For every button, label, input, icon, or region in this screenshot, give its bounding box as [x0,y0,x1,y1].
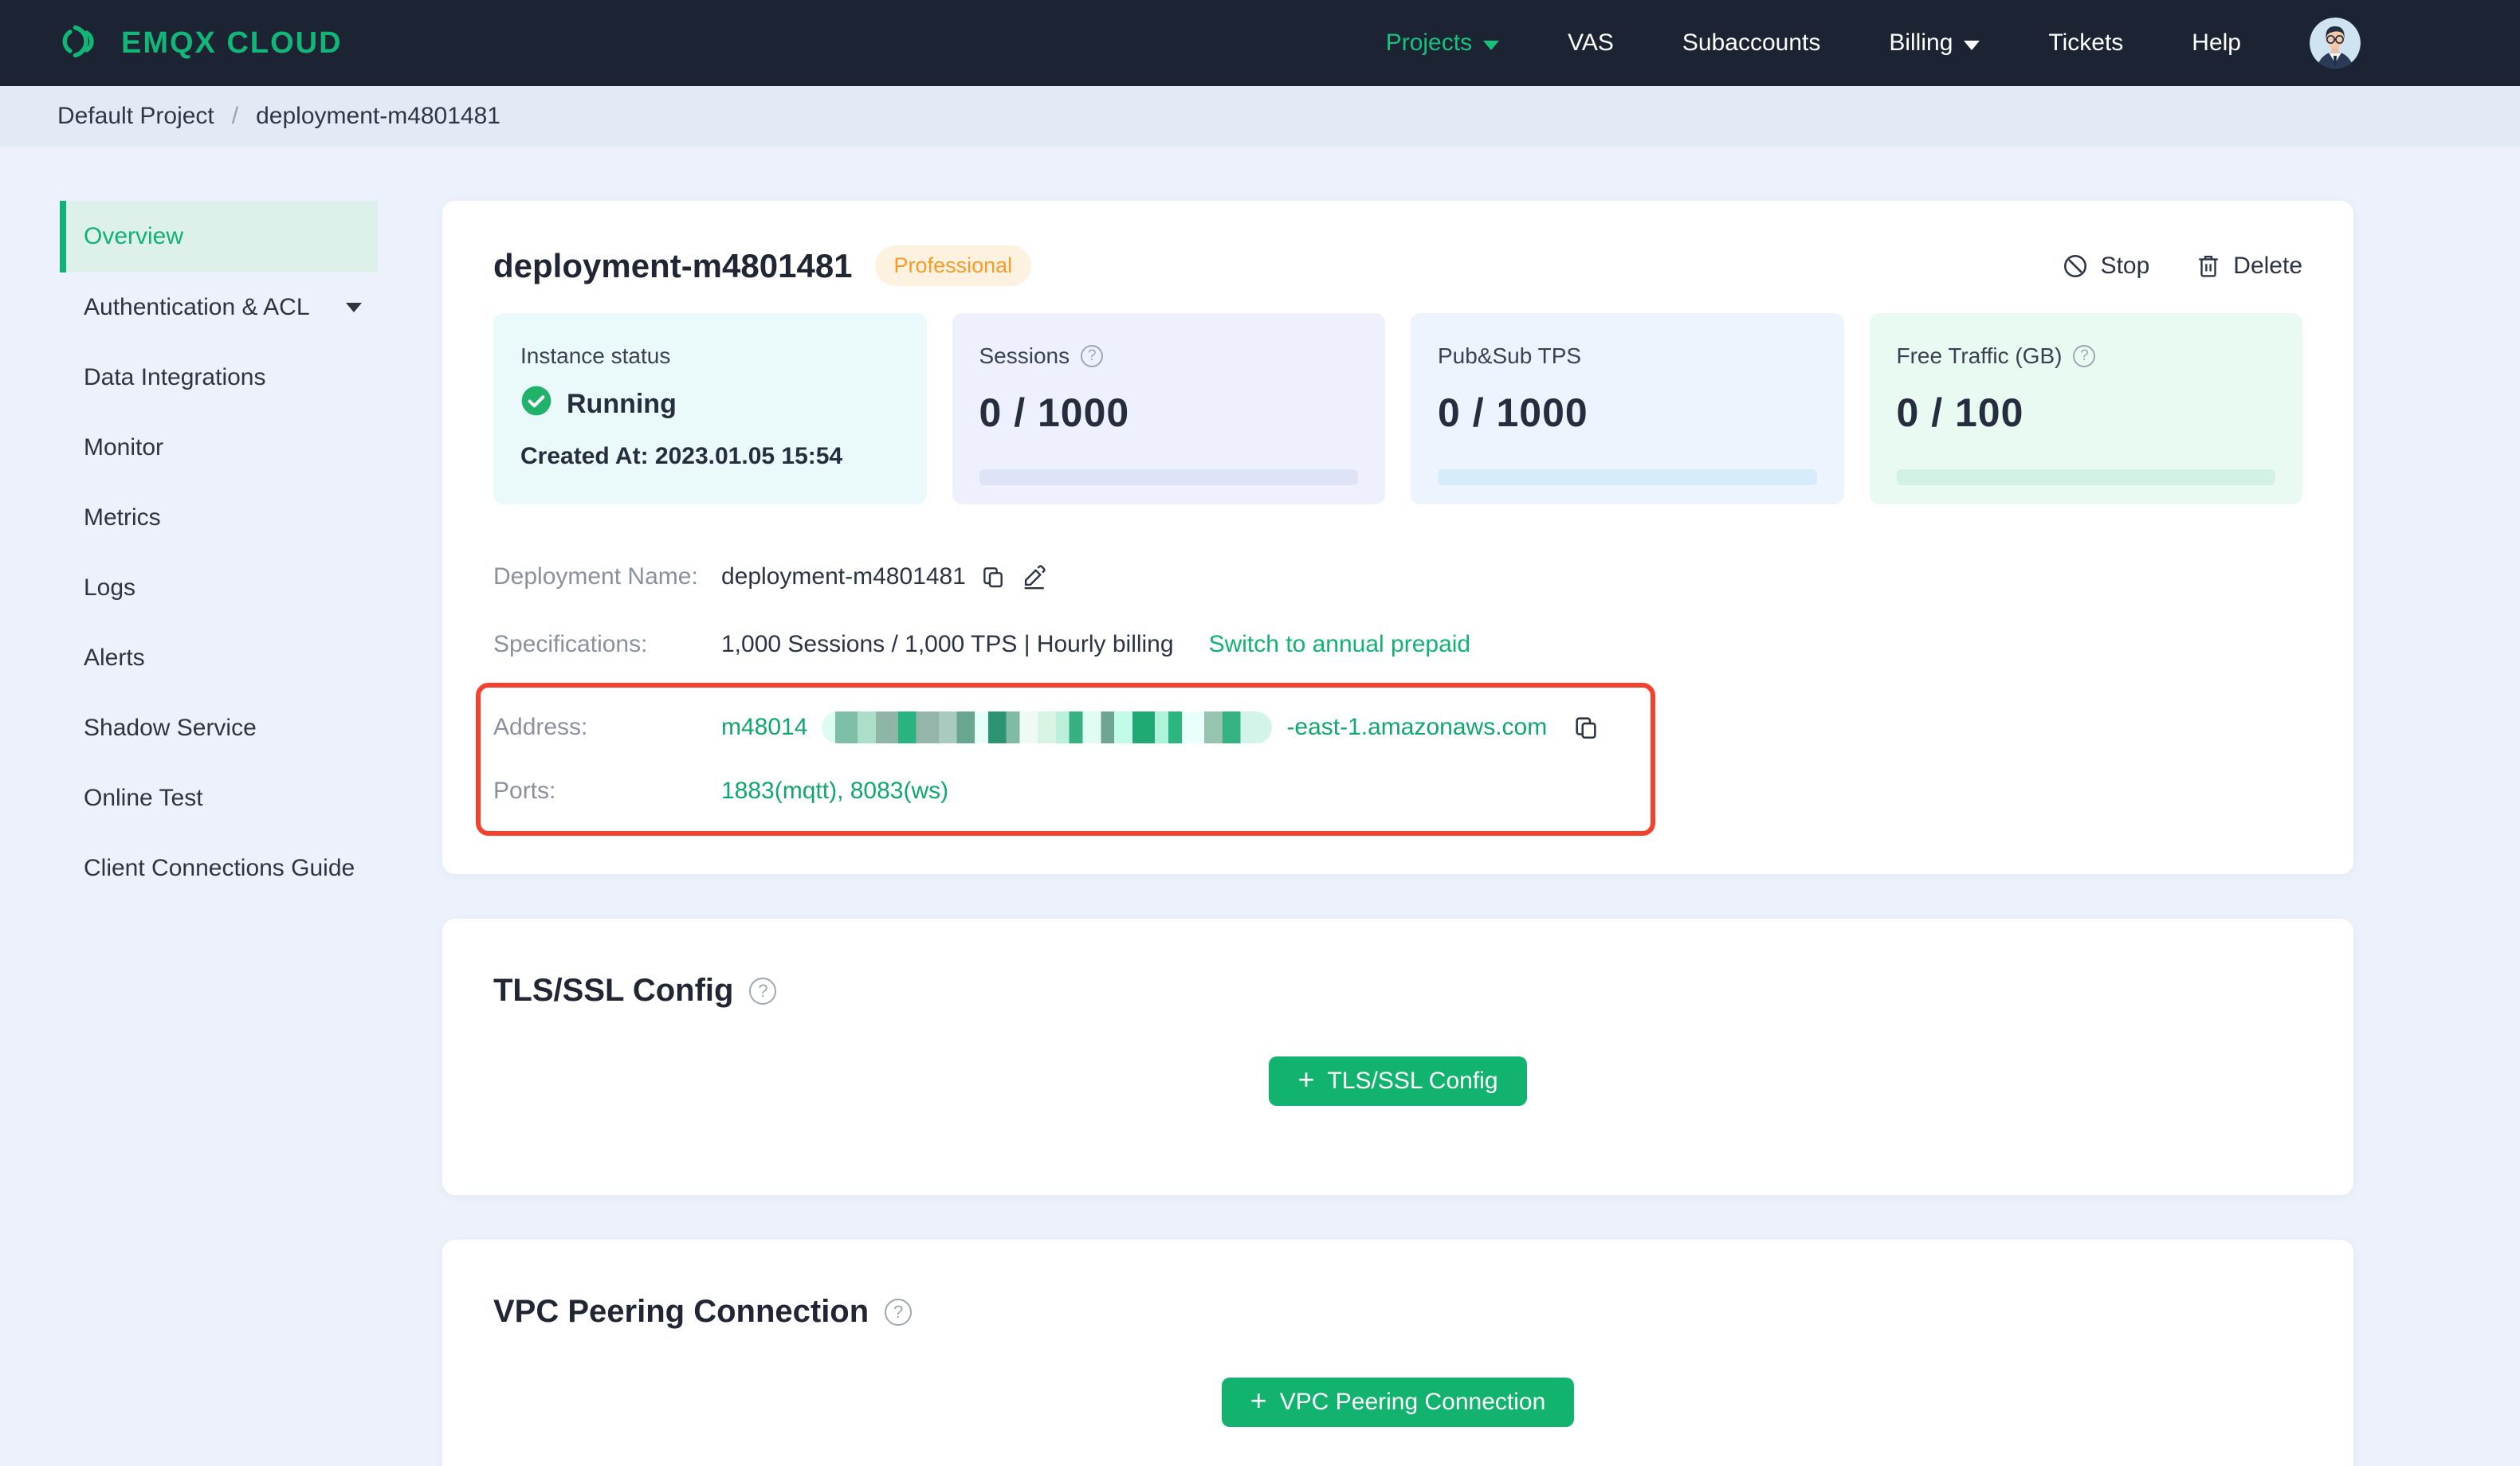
sidebar-item-authentication-acl[interactable]: Authentication & ACL [60,272,378,343]
address-prefix: m48014 [721,714,808,740]
sessions-progress-bar [979,469,1358,485]
tps-value: 0 / 1000 [1438,390,1588,435]
vpc-peering-card: VPC Peering Connection ? + VPC Peering C… [442,1240,2353,1466]
sidebar-item-data-integrations[interactable]: Data Integrations [60,343,378,413]
sidebar-item-alerts[interactable]: Alerts [60,623,378,693]
chevron-down-icon [1483,41,1500,50]
deployment-name-row: Deployment Name: deployment-m4801481 [493,543,2302,610]
address-label: Address: [493,714,588,740]
page-title: deployment-m4801481 [493,246,853,284]
specifications-label: Specifications: [493,630,648,657]
nav-item-billing[interactable]: Billing [1889,29,1980,57]
chevron-down-icon [1964,41,1980,50]
tps-progress-bar [1438,469,1817,485]
ports-label: Ports: [493,778,556,804]
breadcrumb-separator: / [231,103,239,129]
brand-name: EMQX CLOUD [121,25,343,60]
stat-card-sessions: Sessions ? 0 / 1000 [952,313,1385,504]
add-tls-ssl-config-button[interactable]: + TLS/SSL Config [1269,1056,1527,1106]
emqx-logo-icon [57,22,104,65]
traffic-value: 0 / 100 [1896,390,2024,435]
deployment-name-label: Deployment Name: [493,562,698,590]
breadcrumb-deployment: deployment-m4801481 [256,103,500,129]
brand-logo[interactable]: EMQX CLOUD [57,22,343,65]
nav-item-vas[interactable]: VAS [1568,29,1614,57]
copy-icon[interactable] [980,564,1006,590]
sidebar-item-metrics[interactable]: Metrics [60,483,378,553]
address-suffix: -east-1.amazonaws.com [1286,714,1548,740]
delete-button[interactable]: Delete [2196,253,2302,280]
vpc-section-title: VPC Peering Connection [493,1294,869,1329]
ports-row: Ports: 1883(mqtt), 8083(ws) [493,759,1651,823]
stat-card-pubsub-tps: Pub&Sub TPS 0 / 1000 [1411,313,1844,504]
help-icon[interactable]: ? [1081,345,1104,367]
help-icon[interactable]: ? [749,977,777,1005]
sidebar-item-monitor[interactable]: Monitor [60,413,378,483]
annotation-highlight-box: Address: m48014 -east-1.amazonaws.com Po… [476,683,1655,836]
switch-annual-prepaid-link[interactable]: Switch to annual prepaid [1209,631,1471,658]
edit-icon[interactable] [1020,563,1047,590]
instance-status-value: Running [567,389,677,419]
tls-ssl-config-card: TLS/SSL Config ? + TLS/SSL Config [442,919,2353,1195]
plus-icon: + [1297,1063,1315,1096]
sidebar: Overview Authentication & ACL Data Integ… [0,147,442,904]
tls-section-title: TLS/SSL Config [493,973,734,1008]
traffic-progress-bar [1896,469,2275,485]
stats-row: Instance status Running Created At: 2023… [493,313,2302,504]
nav-item-help[interactable]: Help [2192,29,2241,57]
stat-card-free-traffic: Free Traffic (GB) ? 0 / 100 [1869,313,2302,504]
instance-created-at: Created At: 2023.01.05 15:54 [520,443,843,469]
nav-menu: Projects VAS Subaccounts Billing Tickets… [1386,18,2361,69]
user-avatar[interactable] [2310,18,2361,69]
sidebar-item-shadow-service[interactable]: Shadow Service [60,693,378,763]
address-row: Address: m48014 -east-1.amazonaws.com [493,696,1651,759]
nav-item-subaccounts[interactable]: Subaccounts [1682,29,1820,57]
chevron-down-icon [346,303,362,312]
breadcrumb: Default Project / deployment-m4801481 [0,86,2520,147]
stop-icon [2062,253,2089,280]
nav-item-projects[interactable]: Projects [1386,29,1500,57]
nav-item-tickets[interactable]: Tickets [2048,29,2123,57]
breadcrumb-project[interactable]: Default Project [57,103,214,130]
sidebar-item-online-test[interactable]: Online Test [60,763,378,833]
plan-badge: Professional [874,245,1032,286]
add-vpc-peering-button[interactable]: + VPC Peering Connection [1221,1378,1575,1427]
check-circle-icon [520,385,552,424]
specifications-value: 1,000 Sessions / 1,000 TPS | Hourly bill… [721,630,1174,657]
sessions-value: 0 / 1000 [979,390,1130,435]
plus-icon: + [1250,1384,1267,1417]
stat-card-instance-status: Instance status Running Created At: 2023… [493,313,927,504]
deployment-overview-card: deployment-m4801481 Professional Stop De… [442,201,2353,874]
address-redaction-mosaic [822,711,1273,743]
deployment-details: Deployment Name: deployment-m4801481 Spe… [476,543,2302,836]
trash-icon [2196,253,2221,280]
ports-value: 1883(mqtt), 8083(ws) [721,778,949,804]
sidebar-item-logs[interactable]: Logs [60,553,378,623]
specifications-row: Specifications: 1,000 Sessions / 1,000 T… [493,610,2302,678]
help-icon[interactable]: ? [2073,345,2096,367]
sidebar-item-overview[interactable]: Overview [60,201,378,272]
deployment-name-value: deployment-m4801481 [721,562,966,590]
copy-icon[interactable] [1572,714,1600,741]
stop-button[interactable]: Stop [2062,253,2149,280]
help-icon[interactable]: ? [885,1298,913,1326]
sidebar-item-client-connections-guide[interactable]: Client Connections Guide [60,833,378,904]
top-navbar: EMQX CLOUD Projects VAS Subaccounts Bill… [0,0,2520,86]
